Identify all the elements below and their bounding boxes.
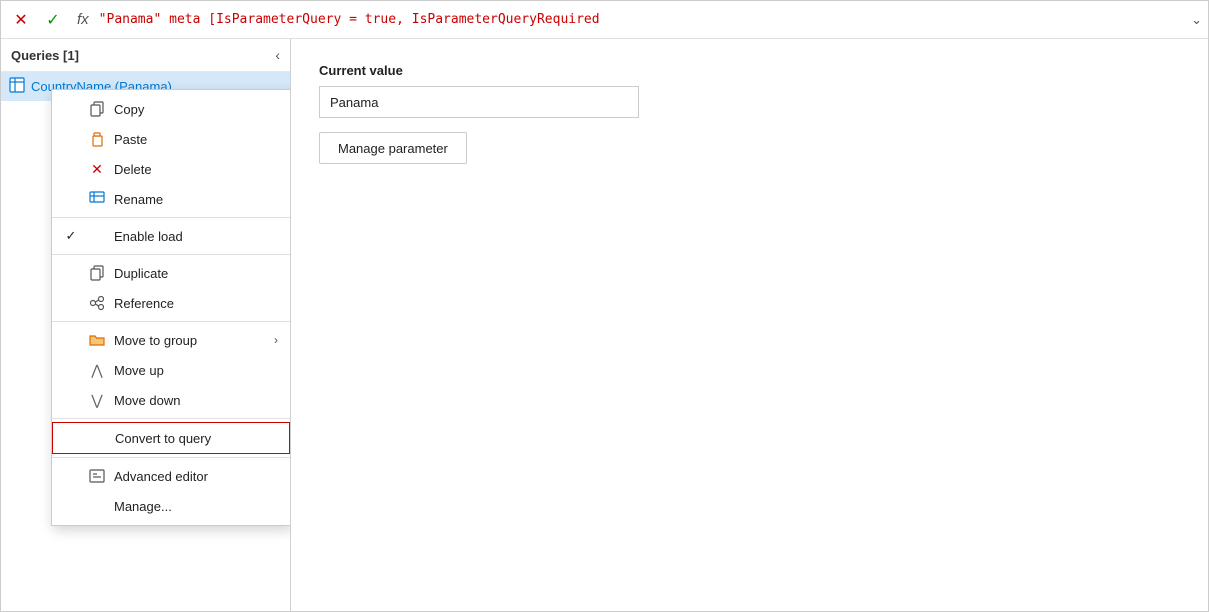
ctx-advanced-editor[interactable]: Advanced editor <box>52 461 290 491</box>
current-value-input[interactable] <box>319 86 639 118</box>
ctx-copy[interactable]: Copy <box>52 94 290 124</box>
duplicate-icon <box>88 264 106 282</box>
ctx-move-to-group-label: Move to group <box>114 333 266 348</box>
ctx-duplicate[interactable]: Duplicate <box>52 258 290 288</box>
paste-icon <box>88 130 106 148</box>
move-down-icon: ⋁ <box>88 391 106 409</box>
ctx-rename[interactable]: Rename <box>52 184 290 214</box>
ctx-copy-label: Copy <box>114 102 278 117</box>
delete-icon: ✕ <box>88 160 106 178</box>
ctx-enable-load[interactable]: ✓ Enable load <box>52 221 290 251</box>
ctx-reference[interactable]: Reference <box>52 288 290 318</box>
fx-label: fx <box>77 11 89 28</box>
ctx-paste-label: Paste <box>114 132 278 147</box>
ctx-advanced-editor-label: Advanced editor <box>114 469 278 484</box>
manage-parameter-button[interactable]: Manage parameter <box>319 132 467 164</box>
ctx-manage-label: Manage... <box>114 499 278 514</box>
move-up-icon: ⋀ <box>88 361 106 379</box>
sidebar: Queries [1] ‹ CountryName (Panama) <box>1 39 291 611</box>
ctx-duplicate-label: Duplicate <box>114 266 278 281</box>
ctx-move-down-label: Move down <box>114 393 278 408</box>
formula-cancel-btn[interactable]: ✕ <box>7 6 35 34</box>
formula-input[interactable] <box>99 12 1187 27</box>
ctx-enable-load-check: ✓ <box>62 228 80 244</box>
convert-icon <box>89 429 107 447</box>
ctx-delete[interactable]: ✕ Delete <box>52 154 290 184</box>
separator-4 <box>52 418 290 419</box>
ctx-move-to-group[interactable]: Move to group › <box>52 325 290 355</box>
ctx-move-down[interactable]: ⋁ Move down <box>52 385 290 415</box>
table-icon <box>9 77 25 96</box>
right-panel: Current value Manage parameter <box>291 39 1208 611</box>
sidebar-header: Queries [1] ‹ <box>1 39 290 72</box>
folder-icon <box>88 331 106 349</box>
formula-bar: ✕ ✓ fx ⌄ <box>1 1 1208 39</box>
sidebar-title: Queries [1] <box>11 48 79 63</box>
ctx-reference-label: Reference <box>114 296 278 311</box>
copy-icon <box>88 100 106 118</box>
current-value-label: Current value <box>319 63 1180 78</box>
reference-icon <box>88 294 106 312</box>
enable-load-icon <box>88 227 106 245</box>
ctx-convert-to-query[interactable]: Convert to query <box>52 422 290 454</box>
separator-2 <box>52 254 290 255</box>
ctx-paste[interactable]: Paste <box>52 124 290 154</box>
ctx-delete-label: Delete <box>114 162 278 177</box>
ctx-convert-to-query-label: Convert to query <box>115 431 277 446</box>
ctx-move-to-group-arrow: › <box>274 333 278 347</box>
context-menu: Copy Paste ✕ D <box>51 89 291 526</box>
rename-icon <box>88 190 106 208</box>
ctx-manage[interactable]: Manage... <box>52 491 290 521</box>
ctx-move-up[interactable]: ⋀ Move up <box>52 355 290 385</box>
ctx-enable-load-label: Enable load <box>114 229 278 244</box>
manage-icon <box>88 497 106 515</box>
separator-3 <box>52 321 290 322</box>
sidebar-collapse-btn[interactable]: ‹ <box>275 47 280 63</box>
formula-expand-icon[interactable]: ⌄ <box>1191 12 1202 28</box>
ctx-rename-label: Rename <box>114 192 278 207</box>
separator-1 <box>52 217 290 218</box>
editor-icon <box>88 467 106 485</box>
separator-5 <box>52 457 290 458</box>
ctx-move-up-label: Move up <box>114 363 278 378</box>
formula-confirm-btn[interactable]: ✓ <box>39 6 67 34</box>
